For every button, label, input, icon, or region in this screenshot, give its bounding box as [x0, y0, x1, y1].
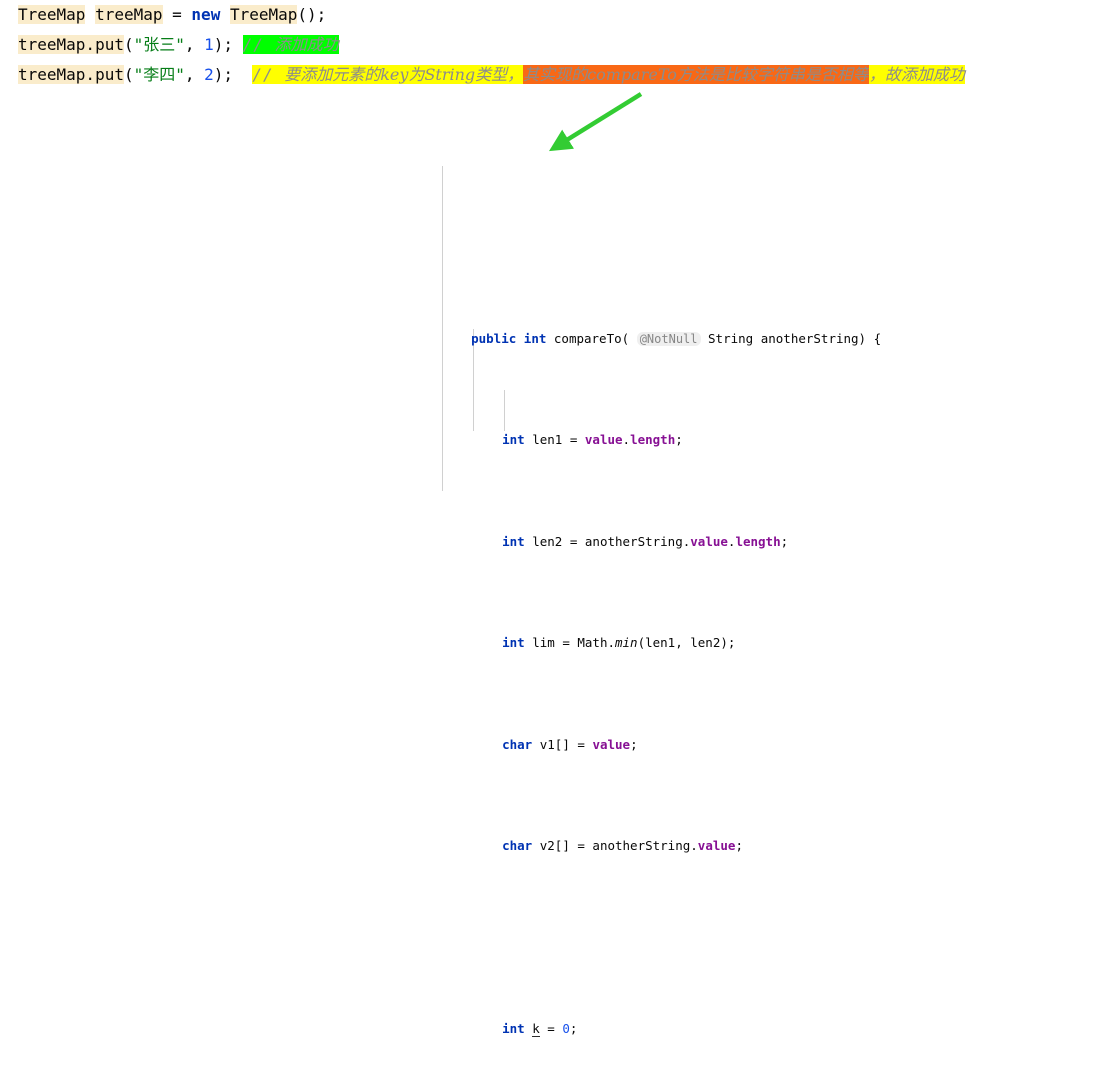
call-treemap-put-2: treeMap.put — [18, 65, 124, 84]
constructor-args: (); — [297, 5, 327, 24]
signature-close-brace: ) { — [858, 330, 882, 346]
arg-separator-1: , — [184, 35, 205, 54]
code-line-put-lisi: treeMap.put("李四", 2); // 要添加元素的key为Strin… — [0, 60, 1112, 90]
string-literal-lisi: "李四" — [133, 65, 185, 84]
static-method-min: min — [615, 635, 638, 651]
text-v2-assign: v2[] = anotherString. — [532, 838, 698, 854]
method-name-compareto: compareTo — [546, 330, 622, 346]
keyword-int-len1: int — [502, 432, 525, 448]
dot-len2: . — [727, 533, 736, 549]
compareto-source-block: public int compareTo( @NotNull String an… — [441, 146, 881, 1068]
close-paren-1: ); — [213, 35, 234, 54]
code-snippet-top: TreeMap treeMap = new TreeMap(); treeMap… — [0, 0, 1112, 90]
assignment-operator: = — [162, 5, 192, 24]
comment-text-1: 添加成功 — [274, 35, 339, 54]
comment-slashes-2: // — [252, 65, 285, 84]
open-paren-2: ( — [123, 65, 134, 84]
statement-len2: int len2 = anotherString.value.length; — [441, 511, 881, 549]
field-length-len1: length — [630, 432, 676, 448]
comment-text-yellow-part2: ，故添加成功 — [868, 65, 965, 84]
keyword-int-lim: int — [502, 635, 525, 651]
keyword-new: new — [191, 5, 221, 24]
string-literal-zhangsan: "张三" — [133, 35, 185, 54]
comment-text-yellow-part1: 要添加元素的key为String类型， — [284, 65, 524, 84]
field-value-len1: value — [584, 432, 623, 448]
method-signature-line: public int compareTo( @NotNull String an… — [441, 308, 881, 346]
statement-len1: int len1 = value.length; — [441, 410, 881, 447]
code-line-put-zhangsan: treeMap.put("张三", 1); // 添加成功 — [0, 30, 1112, 60]
field-value-v1: value — [592, 736, 631, 752]
comment-slashes-1: // — [242, 35, 275, 54]
return-type-int: int — [523, 330, 547, 346]
param-type-string: String — [700, 330, 754, 346]
call-treemap-put-1: treeMap.put — [18, 35, 124, 54]
number-literal-2: 2 — [204, 65, 214, 84]
assign-k: = — [539, 1020, 563, 1036]
variable-treemap: treeMap — [95, 5, 163, 24]
comment-text-orange-emphasis: 其实现的compareTo方法是比较字符串是否相等 — [523, 65, 869, 84]
modifier-public: public — [471, 330, 517, 346]
field-length-len2: length — [735, 533, 781, 549]
arg-separator-2: , — [184, 65, 205, 84]
semicolon-v1: ; — [630, 736, 638, 752]
semicolon-len2: ; — [780, 533, 789, 549]
dot-len1: . — [622, 432, 631, 448]
statement-k-decl: int k = 0; — [441, 998, 881, 1037]
args-lim: (len1, len2); — [637, 635, 736, 651]
code-line-declaration: TreeMap treeMap = new TreeMap(); — [0, 0, 1112, 30]
statement-v1: char v1[] = value; — [441, 714, 881, 752]
field-value-v2: value — [697, 838, 736, 854]
keyword-char-v1: char — [502, 736, 533, 752]
text-len1-assign: len1 = — [524, 432, 585, 448]
semicolon-len1: ; — [675, 432, 683, 448]
keyword-char-v2: char — [502, 838, 533, 854]
notnull-annotation-inlay: @NotNull — [636, 331, 701, 346]
comment-success-green: // 添加成功 — [242, 35, 339, 54]
keyword-int-k: int — [502, 1020, 525, 1036]
green-arrow-line — [548, 92, 643, 152]
text-len2-assign: len2 = anotherString. — [524, 533, 691, 549]
number-literal-1: 1 — [204, 35, 214, 54]
field-value-len2: value — [690, 533, 728, 549]
semicolon-k: ; — [569, 1020, 578, 1036]
text-v1-assign: v1[] = — [532, 736, 593, 752]
text-lim-assign: lim = Math. — [524, 635, 615, 651]
statement-v2: char v2[] = anotherString.value; — [441, 816, 881, 853]
keyword-int-len2: int — [502, 533, 525, 549]
open-paren-1: ( — [123, 35, 134, 54]
semicolon-v2: ; — [735, 838, 743, 854]
variable-k-decl: k — [532, 1020, 540, 1037]
param-name-anotherstring: anotherString — [753, 330, 859, 346]
constructor-treemap: TreeMap — [229, 5, 298, 24]
number-zero: 0 — [562, 1020, 570, 1036]
close-paren-2: ); — [213, 65, 234, 84]
type-treemap: TreeMap — [18, 5, 86, 24]
statement-lim: int lim = Math.min(len1, len2); — [441, 613, 881, 650]
signature-open-paren: ( — [621, 330, 637, 346]
